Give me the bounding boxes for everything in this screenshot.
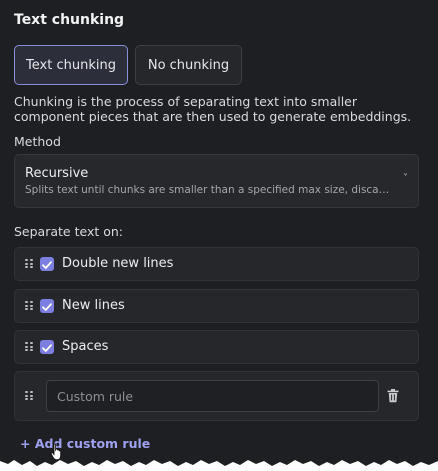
custom-rule-input[interactable]: [46, 380, 379, 412]
rule-label: New lines: [62, 298, 125, 313]
checkbox-double-new-lines[interactable]: [40, 257, 54, 271]
separator-rule-row: Double new lines: [14, 247, 419, 281]
chevron-down-icon: ˅: [403, 173, 408, 184]
no-chunking-option[interactable]: No chunking: [135, 45, 242, 85]
check-icon: [42, 261, 52, 269]
section-title: Text chunking: [14, 12, 125, 28]
custom-rule-row: [14, 371, 419, 421]
separator-rule-row: New lines: [14, 289, 419, 323]
method-label: Method: [14, 134, 61, 149]
drag-handle-icon[interactable]: [25, 301, 33, 311]
chunking-description: Chunking is the process of separating te…: [14, 94, 412, 124]
separate-text-label: Separate text on:: [14, 224, 124, 239]
checkbox-spaces[interactable]: [40, 340, 54, 354]
check-icon: [42, 303, 52, 311]
torn-edge: [0, 460, 438, 471]
drag-handle-icon[interactable]: [25, 259, 33, 269]
check-icon: [42, 344, 52, 352]
separator-rule-row: Spaces: [14, 330, 419, 364]
checkbox-new-lines[interactable]: [40, 299, 54, 313]
method-hint: Splits text until chunks are smaller tha…: [25, 184, 393, 196]
rule-label: Double new lines: [62, 256, 174, 271]
method-value: Recursive: [25, 166, 89, 181]
add-custom-rule-link[interactable]: + Add custom rule: [20, 436, 150, 451]
drag-handle-icon[interactable]: [25, 391, 33, 401]
drag-handle-icon[interactable]: [25, 342, 33, 352]
method-select[interactable]: Recursive Splits text until chunks are s…: [14, 154, 419, 208]
rule-label: Spaces: [62, 339, 109, 354]
trash-icon[interactable]: [387, 389, 399, 403]
text-chunking-option[interactable]: Text chunking: [14, 45, 128, 85]
